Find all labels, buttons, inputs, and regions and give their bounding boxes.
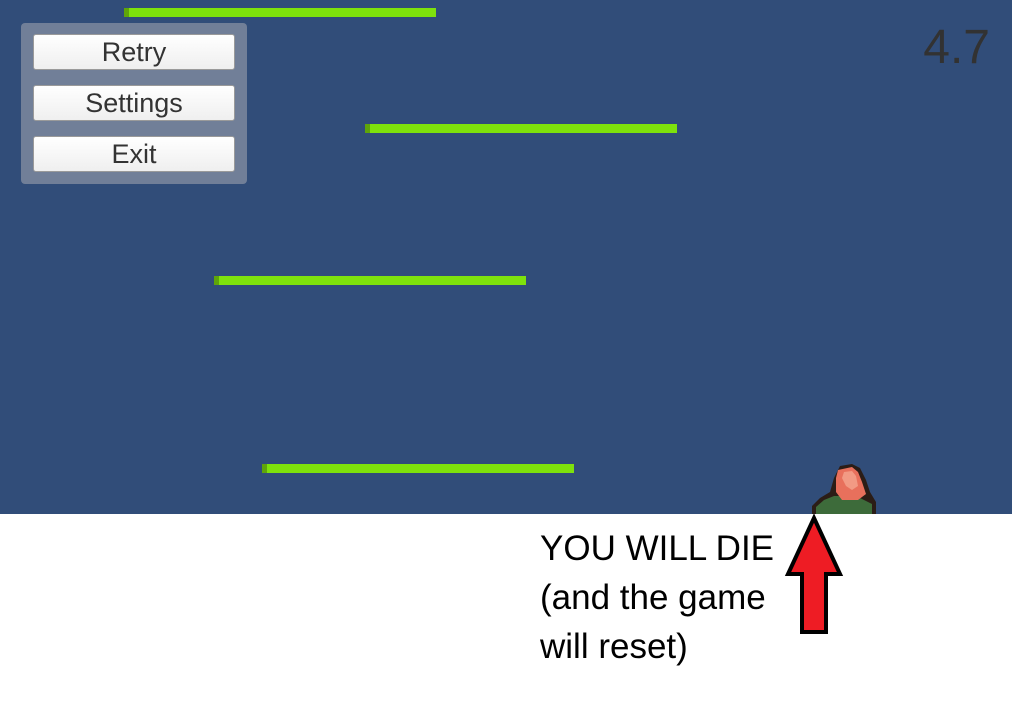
game-view: Retry Settings Exit 4.7 <box>0 0 1012 514</box>
screen: Retry Settings Exit 4.7 YOU WILL DIE (an… <box>0 0 1012 725</box>
annotation-line: YOU WILL DIE <box>540 529 775 568</box>
retry-button[interactable]: Retry <box>33 34 235 70</box>
annotation-line: will reset) <box>540 627 688 666</box>
platform <box>262 464 574 473</box>
annotation-line: (and the game <box>540 578 766 617</box>
death-warning-note: YOU WILL DIE (and the game will reset) <box>540 524 790 671</box>
exit-button[interactable]: Exit <box>33 136 235 172</box>
platform <box>365 124 677 133</box>
pause-menu: Retry Settings Exit <box>21 23 247 184</box>
platform <box>214 276 526 285</box>
settings-button[interactable]: Settings <box>33 85 235 121</box>
player-character-icon <box>812 464 876 514</box>
up-arrow-icon <box>784 514 844 634</box>
timer: 4.7 <box>923 21 990 74</box>
platform <box>124 8 436 17</box>
